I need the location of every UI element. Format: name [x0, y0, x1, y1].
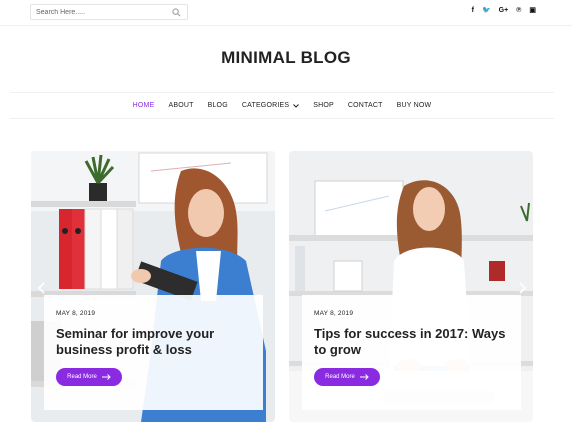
chevron-down-icon [293, 103, 300, 108]
site-title[interactable]: MINIMAL BLOG [0, 48, 572, 68]
nav-label: BUY NOW [396, 102, 432, 109]
twitter-icon[interactable]: 🐦 [482, 6, 491, 16]
post-title[interactable]: Tips for success in 2017: Ways to grow [314, 326, 509, 358]
nav-item-contact[interactable]: CONTACT [348, 102, 383, 109]
social-links: f 🐦 G+ ℗ ▣ [472, 6, 536, 16]
nav-label: CONTACT [347, 102, 383, 109]
arrow-right-icon [359, 374, 369, 380]
pinterest-icon[interactable]: ℗ [516, 6, 521, 16]
google-plus-icon[interactable]: G+ [499, 6, 509, 16]
button-label: Read More [325, 374, 355, 380]
post-card[interactable]: MAY 8, 2019 Tips for success in 2017: Wa… [289, 151, 533, 422]
post-title[interactable]: Seminar for improve your business profit… [56, 326, 251, 358]
post-date: MAY 8, 2019 [314, 310, 354, 317]
main-nav: HOME ABOUT BLOG CATEGORIES SHOP CONTACT … [10, 92, 554, 119]
nav-item-buy-now[interactable]: BUY NOW [397, 102, 432, 109]
post-overlay: MAY 8, 2019 Tips for success in 2017: Wa… [302, 295, 521, 410]
nav-label: CATEGORIES [241, 102, 290, 109]
search-box[interactable] [30, 4, 188, 20]
nav-item-home[interactable]: HOME [133, 102, 155, 109]
post-date: MAY 8, 2019 [56, 310, 96, 317]
nav-item-about[interactable]: ABOUT [168, 102, 193, 109]
search-icon[interactable] [172, 8, 181, 17]
nav-item-shop[interactable]: SHOP [313, 102, 334, 109]
top-bar: f 🐦 G+ ℗ ▣ [0, 0, 572, 26]
nav-label: BLOG [207, 102, 228, 109]
chevron-right-icon[interactable] [517, 282, 527, 294]
nav-label: SHOP [313, 102, 334, 109]
youtube-icon[interactable]: ▣ [529, 6, 536, 16]
facebook-icon[interactable]: f [472, 6, 474, 16]
button-label: Read More [67, 374, 97, 380]
nav-label: HOME [132, 102, 155, 109]
chevron-left-icon[interactable] [37, 282, 47, 294]
post-card[interactable]: MAY 8, 2019 Seminar for improve your bus… [31, 151, 275, 422]
nav-item-blog[interactable]: BLOG [208, 102, 228, 109]
nav-label: ABOUT [168, 102, 194, 109]
read-more-button[interactable]: Read More [56, 368, 122, 386]
search-input[interactable] [36, 8, 164, 16]
post-overlay: MAY 8, 2019 Seminar for improve your bus… [44, 295, 263, 410]
nav-item-categories[interactable]: CATEGORIES [241, 102, 300, 109]
arrow-right-icon [101, 374, 111, 380]
read-more-button[interactable]: Read More [314, 368, 380, 386]
